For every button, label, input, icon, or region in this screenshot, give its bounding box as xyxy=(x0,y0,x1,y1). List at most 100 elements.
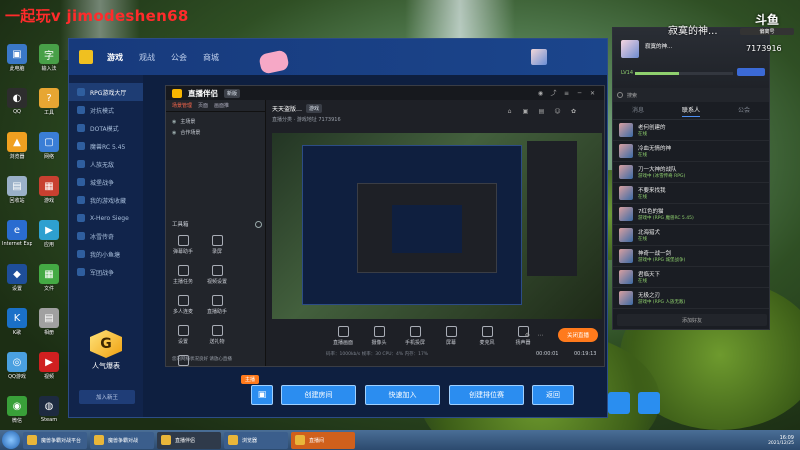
desktop-icon[interactable]: ◍ Steam xyxy=(34,396,64,423)
contact-item[interactable]: 神奇一战一剑 游戏中 (RPG 城堡战争) xyxy=(613,246,769,267)
menu-item[interactable]: 对抗模式 xyxy=(69,101,143,119)
share-icon[interactable]: ⤴ xyxy=(550,90,557,97)
rank-room-button[interactable]: 创建排位赛 xyxy=(449,385,524,405)
contact-item[interactable]: 北海猎犬 在线 xyxy=(613,225,769,246)
desktop-icon[interactable]: ◐ QQ xyxy=(2,88,32,115)
capture-tool[interactable]: 手机投屏 xyxy=(398,326,432,346)
menu-item[interactable]: X-Hero Siege xyxy=(69,209,143,227)
start-button[interactable] xyxy=(2,431,20,449)
desktop-icon[interactable]: ▶ 视频 xyxy=(34,352,64,380)
tool-item[interactable]: 视频设置 xyxy=(200,265,234,285)
contact-item[interactable]: 刀一大神的战队 游戏中 (冰雪传奇 RPG) xyxy=(613,162,769,183)
taskbar-item[interactable]: 直播间 xyxy=(291,431,355,449)
contact-item[interactable]: 老何创建的 在线 xyxy=(613,120,769,141)
search-input[interactable]: 搜索 xyxy=(627,92,765,99)
desktop-icon[interactable]: ▢ 网络 xyxy=(34,132,64,160)
menu-item[interactable]: 冰雪传奇 xyxy=(69,227,143,245)
clock-widget-icon[interactable] xyxy=(608,392,630,414)
close-icon[interactable]: ✕ xyxy=(589,90,596,97)
tool-label: 弹幕助手 xyxy=(172,249,193,255)
settings-gear-icon[interactable]: ✿ xyxy=(570,108,577,115)
capture-tool[interactable]: 屏幕 xyxy=(434,326,468,346)
desktop-icon[interactable]: K K歌 xyxy=(2,308,32,336)
desktop-icon[interactable]: ▲ 浏览器 xyxy=(2,132,32,160)
menu-item[interactable]: 魔兽RC 5.45 xyxy=(69,137,143,155)
taskbar-item[interactable]: 魔兽争霸对战平台 xyxy=(23,431,87,449)
contact-item[interactable]: 7红色的猫 游戏中 (RPG 魔兽RC 5.45) xyxy=(613,204,769,225)
tool-item[interactable]: 多人连麦 xyxy=(166,295,200,315)
capture-tool[interactable]: 直播画面 xyxy=(326,326,360,346)
desktop-icon[interactable]: ▣ 此电脑 xyxy=(2,44,32,72)
nav-tab[interactable]: 观战 xyxy=(131,52,163,63)
menu-item[interactable]: DOTA模式 xyxy=(69,119,143,137)
contact-item[interactable]: 君临天下 在线 xyxy=(613,267,769,288)
create-room-button[interactable]: 创建房间 xyxy=(281,385,356,405)
scene-tab[interactable]: 画面推 xyxy=(214,102,229,109)
more-icon[interactable]: ⋯ xyxy=(537,332,544,339)
taskbar-item[interactable]: 浏览器 xyxy=(224,431,288,449)
quick-join-button[interactable]: 快速加入 xyxy=(365,385,440,405)
contact-item[interactable]: 冷血无情的神 在线 xyxy=(613,141,769,162)
tool-item[interactable]: 弹幕助手 xyxy=(166,235,200,255)
capture-tool-label: 摄像头 xyxy=(371,340,387,346)
desktop-icon[interactable]: eInternet Explorer xyxy=(2,220,32,247)
desktop-icon[interactable]: ▤ 回收站 xyxy=(2,176,32,204)
desktop-icon[interactable]: 字输入法 xyxy=(34,44,64,72)
scene-item[interactable]: ◉ 合作场景 xyxy=(172,127,259,138)
tool-item[interactable]: 主播任务 xyxy=(166,265,200,285)
room-icon-button[interactable]: ▣ xyxy=(251,385,273,405)
menu-icon[interactable]: ≡ xyxy=(563,90,570,97)
join-button[interactable]: 加入新王 xyxy=(79,390,135,404)
mic-settings-icon[interactable]: ⚙ xyxy=(524,332,531,339)
gift-box-icon[interactable]: ▣ xyxy=(522,108,529,115)
desktop-icon[interactable]: ◉ 微信 xyxy=(2,396,32,424)
taskbar-item[interactable]: 魔兽争霸对战 xyxy=(90,431,154,449)
chat-icon[interactable]: ▤ xyxy=(538,108,545,115)
badge-button[interactable] xyxy=(737,68,765,76)
desktop-icon[interactable]: ? 工具 xyxy=(34,88,64,116)
back-button[interactable]: 返回 xyxy=(532,385,574,405)
tool-item[interactable]: 送礼物 xyxy=(200,325,234,345)
record-icon[interactable]: ◉ xyxy=(537,90,544,97)
user-icon[interactable]: ☺ xyxy=(554,108,561,115)
minimize-icon[interactable]: ─ xyxy=(576,90,583,97)
shop-icon[interactable]: ⌂ xyxy=(506,108,513,115)
menu-item[interactable]: 我的游戏收藏 xyxy=(69,191,143,209)
capture-tool[interactable]: 麦克风 xyxy=(470,326,504,346)
desktop-icon[interactable]: ▶ 应用 xyxy=(34,220,64,248)
tool-item[interactable]: 设置 xyxy=(166,325,200,345)
nav-tab[interactable]: 公会 xyxy=(163,52,195,63)
scene-tab[interactable]: 场景管理 xyxy=(172,102,192,109)
tool-item[interactable]: 录屏 xyxy=(200,235,234,255)
contact-item[interactable]: 不要来找我 在线 xyxy=(613,183,769,204)
nav-tab[interactable]: 游戏 xyxy=(99,52,131,63)
capture-tool[interactable]: 摄像头 xyxy=(362,326,396,346)
nav-tab[interactable]: 商城 xyxy=(195,52,227,63)
desktop-icon[interactable]: ◆ 设置 xyxy=(2,264,32,292)
menu-item[interactable]: 城堡战争 xyxy=(69,173,143,191)
desktop-icon[interactable]: ▦ 文件 xyxy=(34,264,64,292)
scene-item[interactable]: ◉ 主场景 xyxy=(172,116,259,127)
menu-item[interactable]: RPG游戏大厅 xyxy=(69,83,143,101)
eye-icon[interactable]: ◉ xyxy=(172,119,176,125)
monitor-widget-icon[interactable] xyxy=(638,392,660,414)
platform-menu: RPG游戏大厅 对抗模式 DOTA模式 魔兽RC 5.45 人族无敌 城堡战争 我的游戏收藏… xyxy=(69,75,143,417)
contact-item[interactable]: 无极之刃 游戏中 (RPG 人族无敌) xyxy=(613,288,769,309)
chat-tab[interactable]: 消息 xyxy=(632,105,644,116)
toolbox-settings-icon[interactable] xyxy=(255,220,262,228)
taskbar-item[interactable]: 直播伴侣 xyxy=(157,431,221,449)
tool-item[interactable]: 直播助手 xyxy=(200,295,234,315)
menu-item[interactable]: 军团战争 xyxy=(69,263,143,281)
menu-item[interactable]: 我的小鱼塘 xyxy=(69,245,143,263)
desktop-icon[interactable]: ▤ 相册 xyxy=(34,308,64,336)
stop-live-button[interactable]: 关闭直播 xyxy=(558,328,598,342)
chat-tab[interactable]: 联系人 xyxy=(681,105,700,117)
eye-icon[interactable]: ◉ xyxy=(172,130,176,136)
capture-tool-label: 直播画面 xyxy=(332,340,353,346)
chat-tab[interactable]: 公会 xyxy=(738,105,750,116)
scene-tab[interactable]: 页面 xyxy=(198,102,208,109)
add-friend-button[interactable]: 添加好友 xyxy=(617,314,767,326)
menu-item[interactable]: 人族无敌 xyxy=(69,155,143,173)
desktop-icon[interactable]: ▦ 游戏 xyxy=(34,176,64,204)
desktop-icon[interactable]: ◎ QQ游戏 xyxy=(2,352,32,380)
